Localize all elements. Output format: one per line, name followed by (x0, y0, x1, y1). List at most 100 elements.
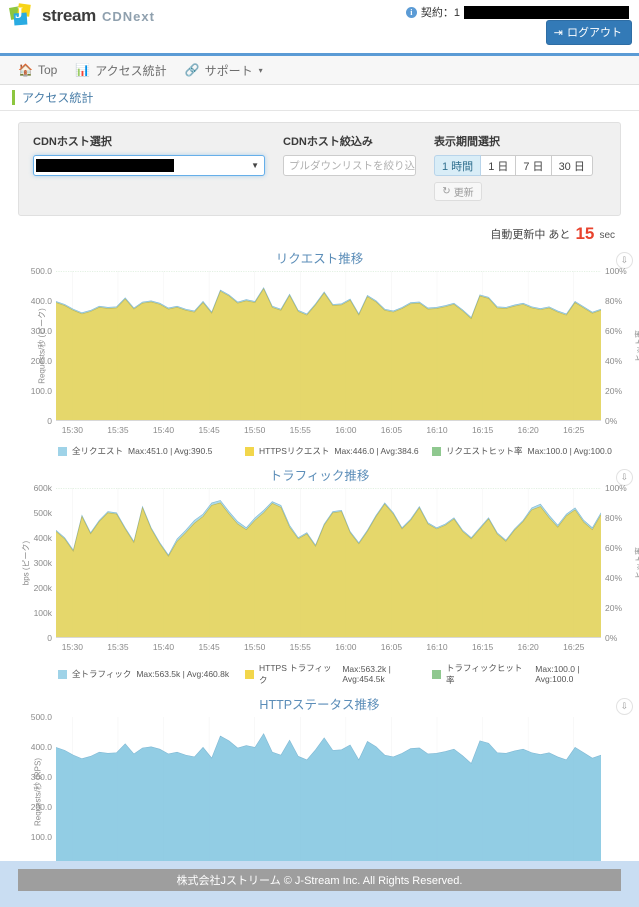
x-tick-label: 15:35 (107, 642, 129, 652)
top-header: J stream CDNext i 契約：1 ⇥ ログアウト (0, 0, 639, 56)
y-tick-label: 0 (47, 416, 52, 426)
legend-item[interactable]: リクエストヒット率 Max:100.0 | Avg:100.0 (432, 445, 619, 457)
legend-item[interactable]: HTTPS トラフィック Max:563.2k | Avg:454.5k (245, 662, 432, 686)
period-button-30d[interactable]: 30 日 (551, 155, 593, 176)
y-axis-ticks: 0 100k 200k 300k 400k 500k 600k (16, 483, 52, 643)
y-tick-label: 200.0 (30, 356, 52, 366)
nav-label: Top (37, 63, 58, 77)
x-tick-label: 15:45 (198, 642, 220, 652)
contract-info: i 契約：1 (405, 4, 629, 20)
refresh-icon: ↻ (442, 186, 451, 197)
x-tick-label: 15:40 (152, 642, 175, 652)
nav-item-access-stats[interactable]: 📊 アクセス統計 (75, 62, 166, 79)
x-tick-label: 16:20 (517, 642, 539, 652)
logout-button[interactable]: ⇥ ログアウト (545, 20, 632, 45)
chart-title: リクエスト推移 (275, 252, 364, 266)
y-tick-label-right: 0% (605, 633, 618, 643)
chart-plot-area: bps (ピーク) 0 100k 200k 300k 400k 500k 600k 0% 20… (22, 483, 639, 643)
nav-item-top[interactable]: 🏠 Top (18, 63, 57, 77)
chart-plot-area: Requests/秒 (ピーク) 0 100.0 200.0 300.0 400.0 50… (31, 266, 639, 426)
y-tick-label-right: 20% (605, 603, 623, 613)
x-tick-label: 16:25 (563, 642, 585, 652)
host-filter-label: CDNホスト絞込み (283, 136, 373, 148)
bar-chart-icon: 📊 (75, 63, 91, 77)
y-tick-label: 100.0 (30, 386, 52, 396)
legend-series-stats: Max:451.0 | Avg:390.5 (128, 446, 213, 456)
x-tick-label: 16:15 (471, 425, 494, 435)
legend-swatch (245, 446, 254, 456)
legend-item[interactable]: 全トラフィック Max:563.5k | Avg:460.8k (58, 662, 245, 686)
period-button-1d[interactable]: 1 日 (481, 155, 517, 176)
host-select-group: CDNホスト選択 ▼ (33, 133, 265, 201)
chart-canvas (56, 488, 601, 638)
product-name: CDNext (101, 8, 155, 24)
y-axis-ticks: 0100.0200.0300.0400.0500.0 (16, 266, 52, 426)
period-select-label: 表示期間選択 (434, 136, 500, 148)
y-tick-label: 500k (33, 508, 52, 518)
legend-series-name: 全トラフィック (72, 669, 132, 679)
refresh-button[interactable]: ↻ 更新 (434, 182, 482, 201)
y-tick-label-right: 60% (605, 326, 623, 336)
x-tick-label: 16:00 (335, 425, 357, 435)
download-icon[interactable]: ⇩ (616, 698, 633, 715)
period-group-wrap: 表示期間選択 1 時間 1 日 7 日 30 日 ↻ 更新 (434, 133, 593, 201)
legend-series-name: 全リクエスト (72, 446, 124, 456)
legend-series-name: トラフィックヒット率 (446, 663, 523, 685)
legend-item[interactable]: トラフィックヒット率 Max:100.0 | Avg:100.0 (432, 662, 619, 686)
x-tick-label: 16:00 (335, 642, 357, 652)
host-filter-input[interactable]: プルダウンリストを絞り込 (283, 155, 416, 176)
legend-item[interactable]: 全リクエスト Max:451.0 | Avg:390.5 (58, 445, 245, 457)
period-button-group: 1 時間 1 日 7 日 30 日 (434, 155, 593, 176)
selected-host-redacted (36, 159, 174, 172)
chart-title: HTTPステータス推移 (259, 698, 380, 712)
nav-item-support[interactable]: 🔗 サポート ▾ (185, 62, 263, 79)
jstream-logo-icon: J (9, 3, 36, 28)
y-tick-label: 100.0 (30, 832, 52, 842)
legend-series-name: HTTPS トラフィック (259, 663, 332, 685)
legend-item[interactable]: HTTPSリクエスト Max:446.0 | Avg:384.6 (245, 445, 432, 457)
y-axis-ticks: 0100.0200.0300.0400.0500.0 (16, 712, 52, 861)
nav-label: サポート (204, 63, 253, 78)
y-tick-label-right: 60% (605, 543, 623, 553)
legend-swatch (58, 446, 67, 456)
y-tick-label: 400.0 (30, 296, 52, 306)
y-tick-label: 100k (33, 608, 52, 618)
period-button-7d[interactable]: 7 日 (516, 155, 552, 176)
period-button-1h[interactable]: 1 時間 (434, 155, 482, 176)
y-tick-label: 300k (33, 558, 52, 568)
y-tick-label-right: 0% (605, 416, 618, 426)
autorefresh-status: 自動更新中 あと 15 sec (0, 216, 639, 244)
chart-traffic: トラフィック推移 ⇩ bps (ピーク) 0 100k 200k 300k 400k 50… (0, 465, 639, 690)
main-nav: 🏠 Top 📊 アクセス統計 🔗 サポート ▾ (0, 56, 639, 85)
cdn-host-select[interactable]: ▼ (33, 155, 265, 176)
x-tick-label: 16:05 (380, 642, 403, 652)
y-tick-label: 0 (47, 633, 52, 643)
host-filter-group: CDNホスト絞込み プルダウンリストを絞り込 (283, 133, 416, 201)
x-tick-label: 16:20 (517, 425, 539, 435)
x-tick-label: 16:10 (426, 642, 448, 652)
x-tick-label: 15:30 (61, 425, 83, 435)
y-tick-label-right: 100% (605, 483, 627, 493)
sign-out-icon: ⇥ (553, 26, 563, 39)
y-tick-label: 200k (33, 583, 52, 593)
x-axis-ticks: 15:30 15:35 15:40 15:45 15:50 15:55 16:00 16:05… (56, 640, 601, 656)
chart-http-status: HTTPステータス推移 ⇩ Requests/秒 (RPS) 0100.0200… (0, 694, 639, 861)
y-tick-label-right: 20% (605, 386, 623, 396)
chart-canvas (56, 717, 601, 861)
autorefresh-unit: sec (599, 230, 615, 241)
y-tick-label-right: 40% (605, 356, 623, 366)
legend-swatch (432, 669, 441, 679)
brand-name: stream (42, 6, 96, 25)
brand-logo[interactable]: J stream CDNext (9, 3, 155, 28)
x-tick-label: 16:15 (471, 642, 494, 652)
refresh-label: 更新 (453, 188, 474, 199)
logout-label: ログアウト (567, 27, 622, 39)
y-tick-label: 400.0 (30, 742, 52, 752)
y-tick-label-right: 100% (605, 266, 627, 276)
y-tick-label: 300.0 (30, 772, 52, 782)
y-axis-title-right: ヒット率 (634, 547, 639, 579)
y-tick-label: 300.0 (30, 326, 52, 336)
y-tick-label: 600k (33, 483, 52, 493)
chevron-down-icon: ▾ (258, 65, 263, 75)
x-tick-label: 15:40 (152, 425, 175, 435)
